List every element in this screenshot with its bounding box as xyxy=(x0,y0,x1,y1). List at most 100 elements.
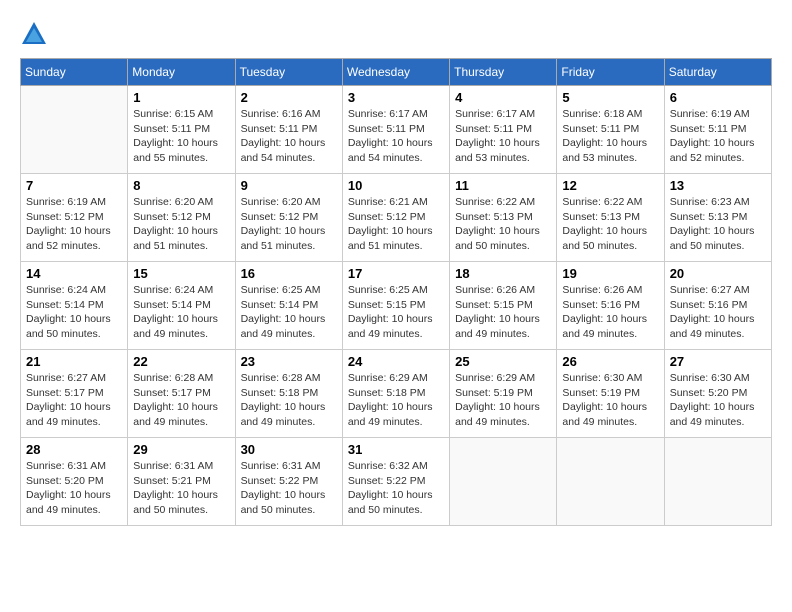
day-number: 22 xyxy=(133,354,229,369)
calendar-cell: 1Sunrise: 6:15 AMSunset: 5:11 PMDaylight… xyxy=(128,86,235,174)
calendar-cell: 21 Sunrise: 6:27 AMSunset: 5:17 PMDayligh… xyxy=(21,350,128,438)
calendar-header-row: SundayMondayTuesdayWednesdayThursdayFrid… xyxy=(21,59,772,86)
column-header-monday: Monday xyxy=(128,59,235,86)
day-info: Sunrise: 6:21 AMSunset: 5:12 PMDaylight:… xyxy=(348,195,444,254)
day-number: 27 xyxy=(670,354,766,369)
logo-icon xyxy=(20,20,48,48)
day-info: Sunrise: 6:25 AMSunset: 5:14 PMDaylight:… xyxy=(241,283,337,342)
day-info: Sunrise: 6:27 AMSunset: 5:16 PMDaylight:… xyxy=(670,283,766,342)
day-info: Sunrise: 6:18 AMSunset: 5:11 PMDaylight:… xyxy=(562,107,658,166)
calendar-cell xyxy=(557,438,664,526)
day-number: 29 xyxy=(133,442,229,457)
calendar-cell: 18 Sunrise: 6:26 AMSunset: 5:15 PMDayligh… xyxy=(450,262,557,350)
day-info: Sunrise: 6:30 AMSunset: 5:19 PMDaylight:… xyxy=(562,371,658,430)
page-header xyxy=(20,20,772,48)
day-number: 13 xyxy=(670,178,766,193)
day-number: 14 xyxy=(26,266,122,281)
calendar-cell: 19 Sunrise: 6:26 AMSunset: 5:16 PMDayligh… xyxy=(557,262,664,350)
day-info: Sunrise: 6:24 AMSunset: 5:14 PMDaylight:… xyxy=(26,283,122,342)
day-info: Sunrise: 6:25 AMSunset: 5:15 PMDaylight:… xyxy=(348,283,444,342)
column-header-saturday: Saturday xyxy=(664,59,771,86)
calendar-cell: 2 Sunrise: 6:16 AMSunset: 5:11 PMDaylight… xyxy=(235,86,342,174)
calendar-cell: 27 Sunrise: 6:30 AMSunset: 5:20 PMDayligh… xyxy=(664,350,771,438)
day-info: Sunrise: 6:23 AMSunset: 5:13 PMDaylight:… xyxy=(670,195,766,254)
calendar-cell: 5 Sunrise: 6:18 AMSunset: 5:11 PMDaylight… xyxy=(557,86,664,174)
day-info: Sunrise: 6:26 AMSunset: 5:16 PMDaylight:… xyxy=(562,283,658,342)
day-info: Sunrise: 6:19 AMSunset: 5:12 PMDaylight:… xyxy=(26,195,122,254)
day-info: Sunrise: 6:29 AMSunset: 5:18 PMDaylight:… xyxy=(348,371,444,430)
week-row-4: 21 Sunrise: 6:27 AMSunset: 5:17 PMDayligh… xyxy=(21,350,772,438)
day-info: Sunrise: 6:30 AMSunset: 5:20 PMDaylight:… xyxy=(670,371,766,430)
calendar-cell: 16Sunrise: 6:25 AMSunset: 5:14 PMDayligh… xyxy=(235,262,342,350)
calendar-cell: 9 Sunrise: 6:20 AMSunset: 5:12 PMDaylight… xyxy=(235,174,342,262)
calendar-cell: 31 Sunrise: 6:32 AMSunset: 5:22 PMDayligh… xyxy=(342,438,449,526)
calendar-cell: 14 Sunrise: 6:24 AMSunset: 5:14 PMDayligh… xyxy=(21,262,128,350)
calendar-cell: 30 Sunrise: 6:31 AMSunset: 5:22 PMDayligh… xyxy=(235,438,342,526)
day-number: 25 xyxy=(455,354,551,369)
week-row-2: 7 Sunrise: 6:19 AMSunset: 5:12 PMDaylight… xyxy=(21,174,772,262)
logo xyxy=(20,20,52,48)
day-number: 4 xyxy=(455,90,551,105)
calendar-cell: 13 Sunrise: 6:23 AMSunset: 5:13 PMDayligh… xyxy=(664,174,771,262)
day-number: 2 xyxy=(241,90,337,105)
day-info: Sunrise: 6:26 AMSunset: 5:15 PMDaylight:… xyxy=(455,283,551,342)
day-info: Sunrise: 6:20 AMSunset: 5:12 PMDaylight:… xyxy=(241,195,337,254)
calendar-cell: 15Sunrise: 6:24 AMSunset: 5:14 PMDayligh… xyxy=(128,262,235,350)
calendar-cell: 11 Sunrise: 6:22 AMSunset: 5:13 PMDayligh… xyxy=(450,174,557,262)
week-row-3: 14 Sunrise: 6:24 AMSunset: 5:14 PMDayligh… xyxy=(21,262,772,350)
column-header-friday: Friday xyxy=(557,59,664,86)
day-info: Sunrise: 6:28 AMSunset: 5:17 PMDaylight:… xyxy=(133,371,229,430)
calendar-table: SundayMondayTuesdayWednesdayThursdayFrid… xyxy=(20,58,772,526)
day-number: 23 xyxy=(241,354,337,369)
day-number: 24 xyxy=(348,354,444,369)
column-header-wednesday: Wednesday xyxy=(342,59,449,86)
day-info: Sunrise: 6:17 AMSunset: 5:11 PMDaylight:… xyxy=(455,107,551,166)
calendar-cell: 3 Sunrise: 6:17 AMSunset: 5:11 PMDaylight… xyxy=(342,86,449,174)
day-info: Sunrise: 6:29 AMSunset: 5:19 PMDaylight:… xyxy=(455,371,551,430)
day-info: Sunrise: 6:16 AMSunset: 5:11 PMDaylight:… xyxy=(241,107,337,166)
day-number: 31 xyxy=(348,442,444,457)
calendar-cell: 20 Sunrise: 6:27 AMSunset: 5:16 PMDayligh… xyxy=(664,262,771,350)
day-info: Sunrise: 6:22 AMSunset: 5:13 PMDaylight:… xyxy=(562,195,658,254)
day-number: 21 xyxy=(26,354,122,369)
column-header-tuesday: Tuesday xyxy=(235,59,342,86)
calendar-cell xyxy=(664,438,771,526)
week-row-1: 1Sunrise: 6:15 AMSunset: 5:11 PMDaylight… xyxy=(21,86,772,174)
calendar-cell: 22 Sunrise: 6:28 AMSunset: 5:17 PMDayligh… xyxy=(128,350,235,438)
column-header-thursday: Thursday xyxy=(450,59,557,86)
calendar-cell xyxy=(21,86,128,174)
calendar-cell: 25 Sunrise: 6:29 AMSunset: 5:19 PMDayligh… xyxy=(450,350,557,438)
day-number: 5 xyxy=(562,90,658,105)
day-info: Sunrise: 6:20 AMSunset: 5:12 PMDaylight:… xyxy=(133,195,229,254)
day-number: 18 xyxy=(455,266,551,281)
day-number: 15 xyxy=(133,266,229,281)
day-info: Sunrise: 6:31 AMSunset: 5:22 PMDaylight:… xyxy=(241,459,337,518)
calendar-cell: 23Sunrise: 6:28 AMSunset: 5:18 PMDayligh… xyxy=(235,350,342,438)
day-info: Sunrise: 6:32 AMSunset: 5:22 PMDaylight:… xyxy=(348,459,444,518)
day-number: 30 xyxy=(241,442,337,457)
day-info: Sunrise: 6:22 AMSunset: 5:13 PMDaylight:… xyxy=(455,195,551,254)
day-number: 1 xyxy=(133,90,229,105)
calendar-cell: 17 Sunrise: 6:25 AMSunset: 5:15 PMDayligh… xyxy=(342,262,449,350)
day-info: Sunrise: 6:31 AMSunset: 5:21 PMDaylight:… xyxy=(133,459,229,518)
day-number: 28 xyxy=(26,442,122,457)
calendar-cell: 28Sunrise: 6:31 AMSunset: 5:20 PMDayligh… xyxy=(21,438,128,526)
calendar-cell: 24 Sunrise: 6:29 AMSunset: 5:18 PMDayligh… xyxy=(342,350,449,438)
day-number: 10 xyxy=(348,178,444,193)
day-info: Sunrise: 6:17 AMSunset: 5:11 PMDaylight:… xyxy=(348,107,444,166)
day-number: 17 xyxy=(348,266,444,281)
day-number: 9 xyxy=(241,178,337,193)
day-number: 19 xyxy=(562,266,658,281)
column-header-sunday: Sunday xyxy=(21,59,128,86)
day-number: 3 xyxy=(348,90,444,105)
calendar-cell: 6Sunrise: 6:19 AMSunset: 5:11 PMDaylight… xyxy=(664,86,771,174)
calendar-cell: 8 Sunrise: 6:20 AMSunset: 5:12 PMDaylight… xyxy=(128,174,235,262)
day-number: 7 xyxy=(26,178,122,193)
day-number: 8 xyxy=(133,178,229,193)
day-info: Sunrise: 6:19 AMSunset: 5:11 PMDaylight:… xyxy=(670,107,766,166)
day-number: 11 xyxy=(455,178,551,193)
day-number: 20 xyxy=(670,266,766,281)
day-number: 26 xyxy=(562,354,658,369)
calendar-cell: 7 Sunrise: 6:19 AMSunset: 5:12 PMDaylight… xyxy=(21,174,128,262)
day-info: Sunrise: 6:27 AMSunset: 5:17 PMDaylight:… xyxy=(26,371,122,430)
